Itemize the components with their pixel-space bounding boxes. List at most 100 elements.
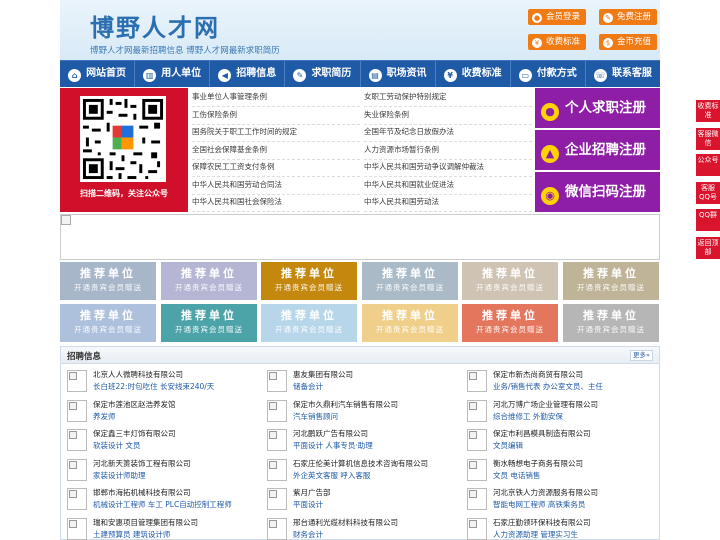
- sponsor-tile[interactable]: 推荐单位 开通贵宾会员赠送: [261, 262, 357, 300]
- nav-item-jobs[interactable]: ◀ 招聘信息: [210, 61, 286, 87]
- reg-link[interactable]: 事业单位人事管理条例: [192, 88, 360, 107]
- sponsor-tile[interactable]: 推荐单位 开通贵宾会员赠送: [563, 304, 659, 342]
- job-positions-link[interactable]: 家装设计师助理: [93, 470, 146, 481]
- ad-banner[interactable]: [60, 214, 660, 260]
- company-name-link[interactable]: 河北鹏跃广告有限公司: [293, 428, 368, 439]
- site-logo[interactable]: 博野人才网: [90, 8, 220, 43]
- company-name-link[interactable]: 石家庄伦美计算机信息技术咨询有限公司: [293, 458, 428, 469]
- nav-item-employers[interactable]: ▥ 用人单位: [135, 61, 211, 87]
- job-listing[interactable]: 惠友集团有限公司 储备会计: [261, 366, 457, 394]
- company-name-link[interactable]: 保定市莲池区赵浩养发馆: [93, 399, 176, 410]
- company-logo[interactable]: [67, 370, 87, 392]
- job-positions-link[interactable]: 储备会计: [293, 381, 323, 392]
- company-name-link[interactable]: 保定鑫三丰灯饰有限公司: [93, 428, 176, 439]
- company-logo[interactable]: [467, 488, 487, 510]
- job-positions-link[interactable]: 人力资源助理 管理实习生: [493, 529, 578, 540]
- company-logo[interactable]: [467, 517, 487, 540]
- company-name-link[interactable]: 保定市久鼎利汽车销售有限公司: [293, 399, 398, 410]
- job-listing[interactable]: 保定市久鼎利汽车销售有限公司 汽车销售顾问: [261, 396, 457, 424]
- job-positions-link[interactable]: 养发师: [93, 411, 116, 422]
- side-tab-fees[interactable]: 收费标准: [696, 100, 720, 122]
- reg-link[interactable]: 失业保险条例: [364, 106, 532, 125]
- sponsor-tile[interactable]: 推荐单位 开通贵宾会员赠送: [60, 262, 156, 300]
- company-name-link[interactable]: 河北万博广场企业管理有限公司: [493, 399, 598, 410]
- company-logo[interactable]: [267, 399, 287, 422]
- sponsor-tile[interactable]: 推荐单位 开通贵宾会员赠送: [462, 262, 558, 300]
- company-name-link[interactable]: 瑞和安惠项目管理集团有限公司: [93, 517, 198, 528]
- nav-item-contact[interactable]: ☏ 联系客服: [586, 61, 660, 87]
- job-positions-link[interactable]: 土建预算员 建筑设计师: [93, 529, 170, 540]
- job-positions-link[interactable]: 财务会计: [293, 529, 323, 540]
- nav-item-payment[interactable]: ▭ 付款方式: [511, 61, 586, 87]
- sponsor-tile[interactable]: 推荐单位 开通贵宾会员赠送: [563, 262, 659, 300]
- job-listing[interactable]: 保定市利昌模具制造有限公司 文员编辑: [461, 425, 657, 453]
- member-login-button[interactable]: ● 会员登录: [528, 9, 587, 25]
- job-positions-link[interactable]: 智能电网工程师 高铁乘务员: [493, 499, 585, 510]
- nav-item-fees[interactable]: ¥ 收费标准: [436, 61, 511, 87]
- company-name-link[interactable]: 保定市利昌模具制造有限公司: [493, 428, 591, 439]
- reg-link[interactable]: 女职工劳动保护特别规定: [364, 88, 532, 107]
- job-listing[interactable]: 河北鹏跃广告有限公司 平面设计 人事专员·助理: [261, 425, 457, 453]
- nav-item-resumes[interactable]: ✎ 求职简历: [285, 61, 361, 87]
- sponsor-tile[interactable]: 推荐单位 开通贵宾会员赠送: [362, 262, 458, 300]
- job-listing[interactable]: 石家庄勤领环保科技有限公司 人力资源助理 管理实习生: [461, 514, 657, 540]
- reg-link[interactable]: 人力资源市场暂行条例: [364, 141, 532, 160]
- sponsor-tile[interactable]: 推荐单位 开通贵宾会员赠送: [60, 304, 156, 342]
- company-logo[interactable]: [267, 488, 287, 510]
- company-logo[interactable]: [67, 399, 87, 422]
- jobs-more-link[interactable]: 更多»: [630, 350, 653, 361]
- fee-standard-button[interactable]: ¥ 收费标准: [528, 34, 587, 50]
- job-listing[interactable]: 石家庄伦美计算机信息技术咨询有限公司 外企英文客服 呼入客服: [261, 455, 457, 483]
- reg-link[interactable]: 中华人民共和国劳动争议调解仲裁法: [364, 158, 532, 177]
- company-register-button[interactable]: ▲ 企业招聘注册: [535, 130, 660, 170]
- free-register-button[interactable]: ✎ 免费注册: [599, 9, 658, 25]
- company-name-link[interactable]: 北京人人微聘科技有限公司: [93, 369, 183, 380]
- side-tab-qq-group[interactable]: QQ群: [696, 209, 720, 231]
- coin-recharge-button[interactable]: $ 金币充值: [599, 34, 658, 50]
- reg-link[interactable]: 中华人民共和国劳动合同法: [192, 176, 360, 195]
- company-name-link[interactable]: 邢台通利光缆材料科技有限公司: [293, 517, 398, 528]
- company-logo[interactable]: [67, 429, 87, 451]
- company-name-link[interactable]: 保定市新杰尚商贸有限公司: [493, 369, 583, 380]
- job-listing[interactable]: 河北新天箦装饰工程有限公司 家装设计师助理: [61, 455, 257, 483]
- side-tab-official-account[interactable]: 公众号: [696, 154, 720, 176]
- reg-link[interactable]: 中华人民共和国劳动法: [364, 193, 532, 212]
- wechat-register-button[interactable]: ◉ 微信扫码注册: [535, 172, 660, 212]
- side-tab-service-wechat[interactable]: 客服微信: [696, 128, 720, 150]
- sponsor-tile[interactable]: 推荐单位 开通贵宾会员赠送: [362, 304, 458, 342]
- company-logo[interactable]: [467, 458, 487, 481]
- company-name-link[interactable]: 石家庄勤领环保科技有限公司: [493, 517, 591, 528]
- job-listing[interactable]: 河北京铁人力资源服务有限公司 智能电网工程师 高铁乘务员: [461, 484, 657, 512]
- company-name-link[interactable]: 衡水畅想电子商务有限公司: [493, 458, 583, 469]
- company-name-link[interactable]: 紫月广告部: [293, 487, 331, 498]
- company-logo[interactable]: [267, 429, 287, 451]
- sponsor-tile[interactable]: 推荐单位 开通贵宾会员赠送: [161, 262, 257, 300]
- job-positions-link[interactable]: 业务/销售代表 办公室文员、主任: [493, 381, 603, 392]
- job-positions-link[interactable]: 平面设计 人事专员·助理: [293, 440, 373, 451]
- company-logo[interactable]: [267, 517, 287, 540]
- company-logo[interactable]: [467, 429, 487, 451]
- job-positions-link[interactable]: 文员编辑: [493, 440, 523, 451]
- company-logo[interactable]: [267, 458, 287, 481]
- job-listing[interactable]: 邯郸市海拓机械科技有限公司 机械设计工程师 车工 PLC自动控制工程师: [61, 484, 257, 512]
- job-listing[interactable]: 保定鑫三丰灯饰有限公司 软装设计 文员: [61, 425, 257, 453]
- company-name-link[interactable]: 惠友集团有限公司: [293, 369, 353, 380]
- reg-link[interactable]: 中华人民共和国社会保险法: [192, 193, 360, 212]
- company-name-link[interactable]: 河北新天箦装饰工程有限公司: [93, 458, 191, 469]
- job-listing[interactable]: 北京人人微聘科技有限公司 长白班22:时包吃住 长安线束240/天: [61, 366, 257, 394]
- reg-link[interactable]: 工伤保险条例: [192, 106, 360, 125]
- sponsor-tile[interactable]: 推荐单位 开通贵宾会员赠送: [161, 304, 257, 342]
- company-name-link[interactable]: 河北京铁人力资源服务有限公司: [493, 487, 598, 498]
- job-listing[interactable]: 瑞和安惠项目管理集团有限公司 土建预算员 建筑设计师: [61, 514, 257, 540]
- company-logo[interactable]: [467, 399, 487, 422]
- company-logo[interactable]: [67, 488, 87, 510]
- sponsor-tile[interactable]: 推荐单位 开通贵宾会员赠送: [462, 304, 558, 342]
- job-positions-link[interactable]: 综合维修工 外勤安保: [493, 411, 563, 422]
- job-listing[interactable]: 保定市莲池区赵浩养发馆 养发师: [61, 396, 257, 424]
- reg-link[interactable]: 国务院关于职工工作时间的规定: [192, 123, 360, 142]
- reg-link[interactable]: 全国年节及纪念日放假办法: [364, 123, 532, 142]
- job-listing[interactable]: 衡水畅想电子商务有限公司 文员 电话销售: [461, 455, 657, 483]
- company-logo[interactable]: [267, 370, 287, 392]
- company-name-link[interactable]: 邯郸市海拓机械科技有限公司: [93, 487, 191, 498]
- personal-register-button[interactable]: ● 个人求职注册: [535, 88, 660, 128]
